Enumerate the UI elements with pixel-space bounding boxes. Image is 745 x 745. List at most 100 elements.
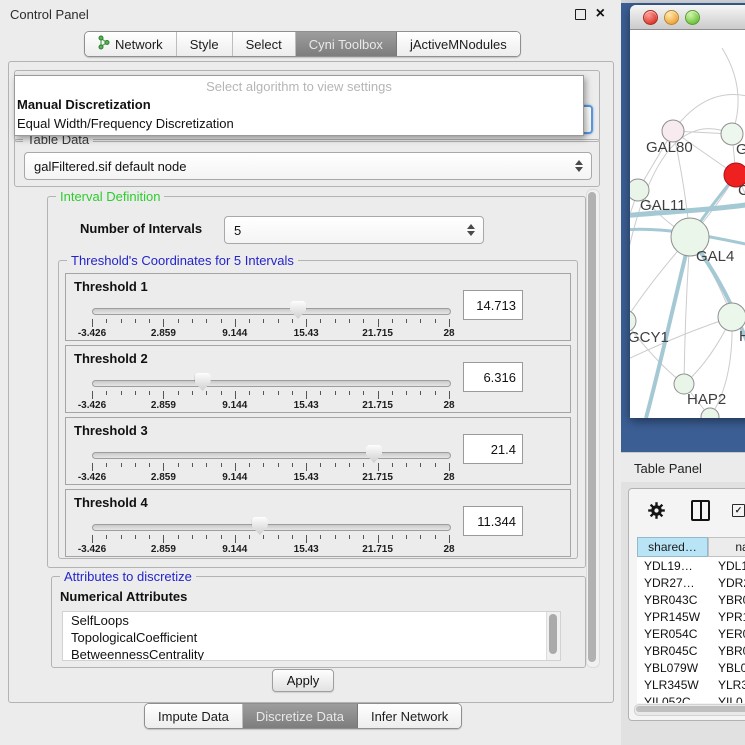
tick-mark — [149, 319, 150, 323]
network-graph[interactable]: GAL80GACGAL11GAL4GCY1HHAP2 — [630, 30, 745, 418]
list-item-betweennesscentrality[interactable]: BetweennessCentrality — [63, 646, 560, 661]
table-toolbar: ✓ ✓ — [629, 495, 745, 525]
network-canvas[interactable]: GAL80GACGAL11GAL4GCY1HHAP2 — [630, 30, 745, 418]
tab-select[interactable]: Select — [233, 32, 296, 56]
table-row[interactable]: YPR145WYPR1 — [637, 608, 745, 625]
node-label-h: H — [739, 328, 745, 345]
tab-impute-data[interactable]: Impute Data — [145, 704, 243, 728]
tab-cyni-toolbox[interactable]: Cyni Toolbox — [296, 32, 397, 56]
table-row[interactable]: YBR045CYBR0 — [637, 642, 745, 659]
tick-mark — [92, 535, 93, 543]
top-tab-bar: NetworkStyleSelectCyni ToolboxjActiveMNo… — [84, 31, 521, 57]
float-window-icon[interactable] — [575, 9, 586, 20]
slider-thumb[interactable] — [195, 373, 211, 391]
numerical-attributes-list[interactable]: SelfLoopsTopologicalCoefficientBetweenne… — [62, 611, 561, 661]
tick-mark — [149, 391, 150, 395]
threshold-slider[interactable]: -3.4262.8599.14415.4321.71528 — [92, 518, 449, 554]
slider-thumb[interactable] — [290, 301, 306, 319]
table-row[interactable]: YDL19…YDL1 — [637, 557, 745, 574]
dropdown-prompt: Select algorithm to view settings — [15, 76, 583, 96]
threshold-slider[interactable]: -3.4262.8599.14415.4321.71528 — [92, 302, 449, 338]
tick-mark — [320, 463, 321, 467]
tick-mark — [392, 319, 393, 323]
table-cell: YBR043C — [637, 591, 708, 608]
gear-icon[interactable] — [648, 502, 665, 519]
column-header-1[interactable]: shared… — [637, 537, 708, 557]
number-of-intervals-combobox[interactable]: 5 — [224, 216, 484, 244]
dropdown-option-equal-width-frequency-discretization[interactable]: Equal Width/Frequency Discretization — [15, 115, 583, 134]
thresholds-group: Threshold's Coordinates for 5 Intervals … — [58, 260, 578, 559]
tick-mark — [435, 391, 436, 395]
node-label-ga: GA — [736, 141, 745, 158]
apply-button[interactable]: Apply — [272, 669, 334, 692]
network-icon — [98, 35, 110, 53]
table-row[interactable]: YER054CYER0 — [637, 625, 745, 642]
tick-mark — [392, 391, 393, 395]
dropdown-option-manual-discretization[interactable]: Manual Discretization — [15, 96, 583, 115]
threshold-value-field[interactable]: 11.344 — [463, 506, 523, 536]
table-panel-titlebar: Table Panel — [621, 452, 745, 483]
tick-mark — [106, 463, 107, 467]
numerical-attributes-label: Numerical Attributes — [60, 589, 187, 604]
tick-mark — [206, 535, 207, 539]
tick-mark — [249, 535, 250, 539]
tab-jactivemnodules[interactable]: jActiveMNodules — [397, 32, 520, 56]
tick-mark — [335, 463, 336, 467]
desktop-top-strip — [621, 0, 745, 3]
minimize-traffic-light-icon[interactable] — [664, 10, 679, 25]
threshold-slider[interactable]: -3.4262.8599.14415.4321.71528 — [92, 446, 449, 482]
tick-mark — [363, 319, 364, 323]
tick-mark — [449, 463, 450, 471]
tab-infer-network[interactable]: Infer Network — [358, 704, 461, 728]
threshold-value-field[interactable]: 14.713 — [463, 290, 523, 320]
tick-label: 21.715 — [362, 328, 393, 339]
tick-mark — [449, 319, 450, 327]
close-icon[interactable]: × — [596, 8, 605, 20]
threshold-slider[interactable]: -3.4262.8599.14415.4321.71528 — [92, 374, 449, 410]
threshold-value-field[interactable]: 6.316 — [463, 362, 523, 392]
tick-label: 28 — [443, 472, 454, 483]
table-row[interactable]: YIL052CYIL0 — [637, 693, 745, 703]
tick-mark — [363, 463, 364, 467]
tick-label: 2.859 — [151, 544, 176, 555]
table-row[interactable]: YBL079WYBL0 — [637, 659, 745, 676]
table-row[interactable]: YDR27…YDR2 — [637, 574, 745, 591]
tab-discretize-data[interactable]: Discretize Data — [243, 704, 358, 728]
checkbox-icon[interactable]: ✓ — [732, 504, 745, 517]
network-node[interactable] — [718, 303, 745, 331]
column-header-2[interactable]: na — [708, 537, 745, 557]
table-data-group: Table Data galFiltered.sif default node — [14, 139, 600, 187]
slider-track — [92, 308, 451, 315]
scrollbar-thumb[interactable] — [636, 706, 745, 712]
network-desktop: GAL80GACGAL11GAL4GCY1HHAP2 — [621, 0, 745, 452]
list-item-topologicalcoefficient[interactable]: TopologicalCoefficient — [63, 629, 560, 646]
vertical-scrollbar[interactable] — [586, 189, 600, 668]
scrollbar-thumb[interactable] — [549, 614, 557, 654]
table-row[interactable]: YBR043CYBR0 — [637, 591, 745, 608]
list-item-selfloops[interactable]: SelfLoops — [63, 612, 560, 629]
zoom-traffic-light-icon[interactable] — [685, 10, 700, 25]
threshold-panel-2: Threshold 2-3.4262.8599.14415.4321.71528… — [65, 345, 571, 413]
scrollbar-thumb[interactable] — [588, 192, 596, 662]
table-data-combobox[interactable]: galFiltered.sif default node — [24, 152, 592, 180]
control-panel-titlebar: Control Panel × — [0, 0, 621, 29]
table-row[interactable]: YLR345WYLR3 — [637, 676, 745, 693]
tab-network[interactable]: Network — [85, 32, 177, 56]
tick-labels: -3.4262.8599.14415.4321.71528 — [92, 328, 449, 339]
list-scrollbar[interactable] — [546, 612, 560, 660]
tab-style[interactable]: Style — [177, 32, 233, 56]
slider-track — [92, 452, 451, 459]
tick-mark — [292, 319, 293, 323]
slider-thumb[interactable] — [252, 517, 268, 535]
split-view-icon[interactable] — [691, 500, 710, 521]
table-rows: YDL19…YDL1YDR27…YDR2YBR043CYBR0YPR145WYP… — [637, 557, 745, 703]
tick-mark — [435, 319, 436, 323]
horizontal-scrollbar[interactable] — [634, 704, 745, 716]
tick-mark — [221, 535, 222, 539]
table-data-combobox-value: galFiltered.sif default node — [25, 159, 575, 174]
tick-mark — [420, 463, 421, 467]
tick-mark — [292, 463, 293, 467]
close-traffic-light-icon[interactable] — [643, 10, 658, 25]
threshold-value-field[interactable]: 21.4 — [463, 434, 523, 464]
slider-thumb[interactable] — [366, 445, 382, 463]
